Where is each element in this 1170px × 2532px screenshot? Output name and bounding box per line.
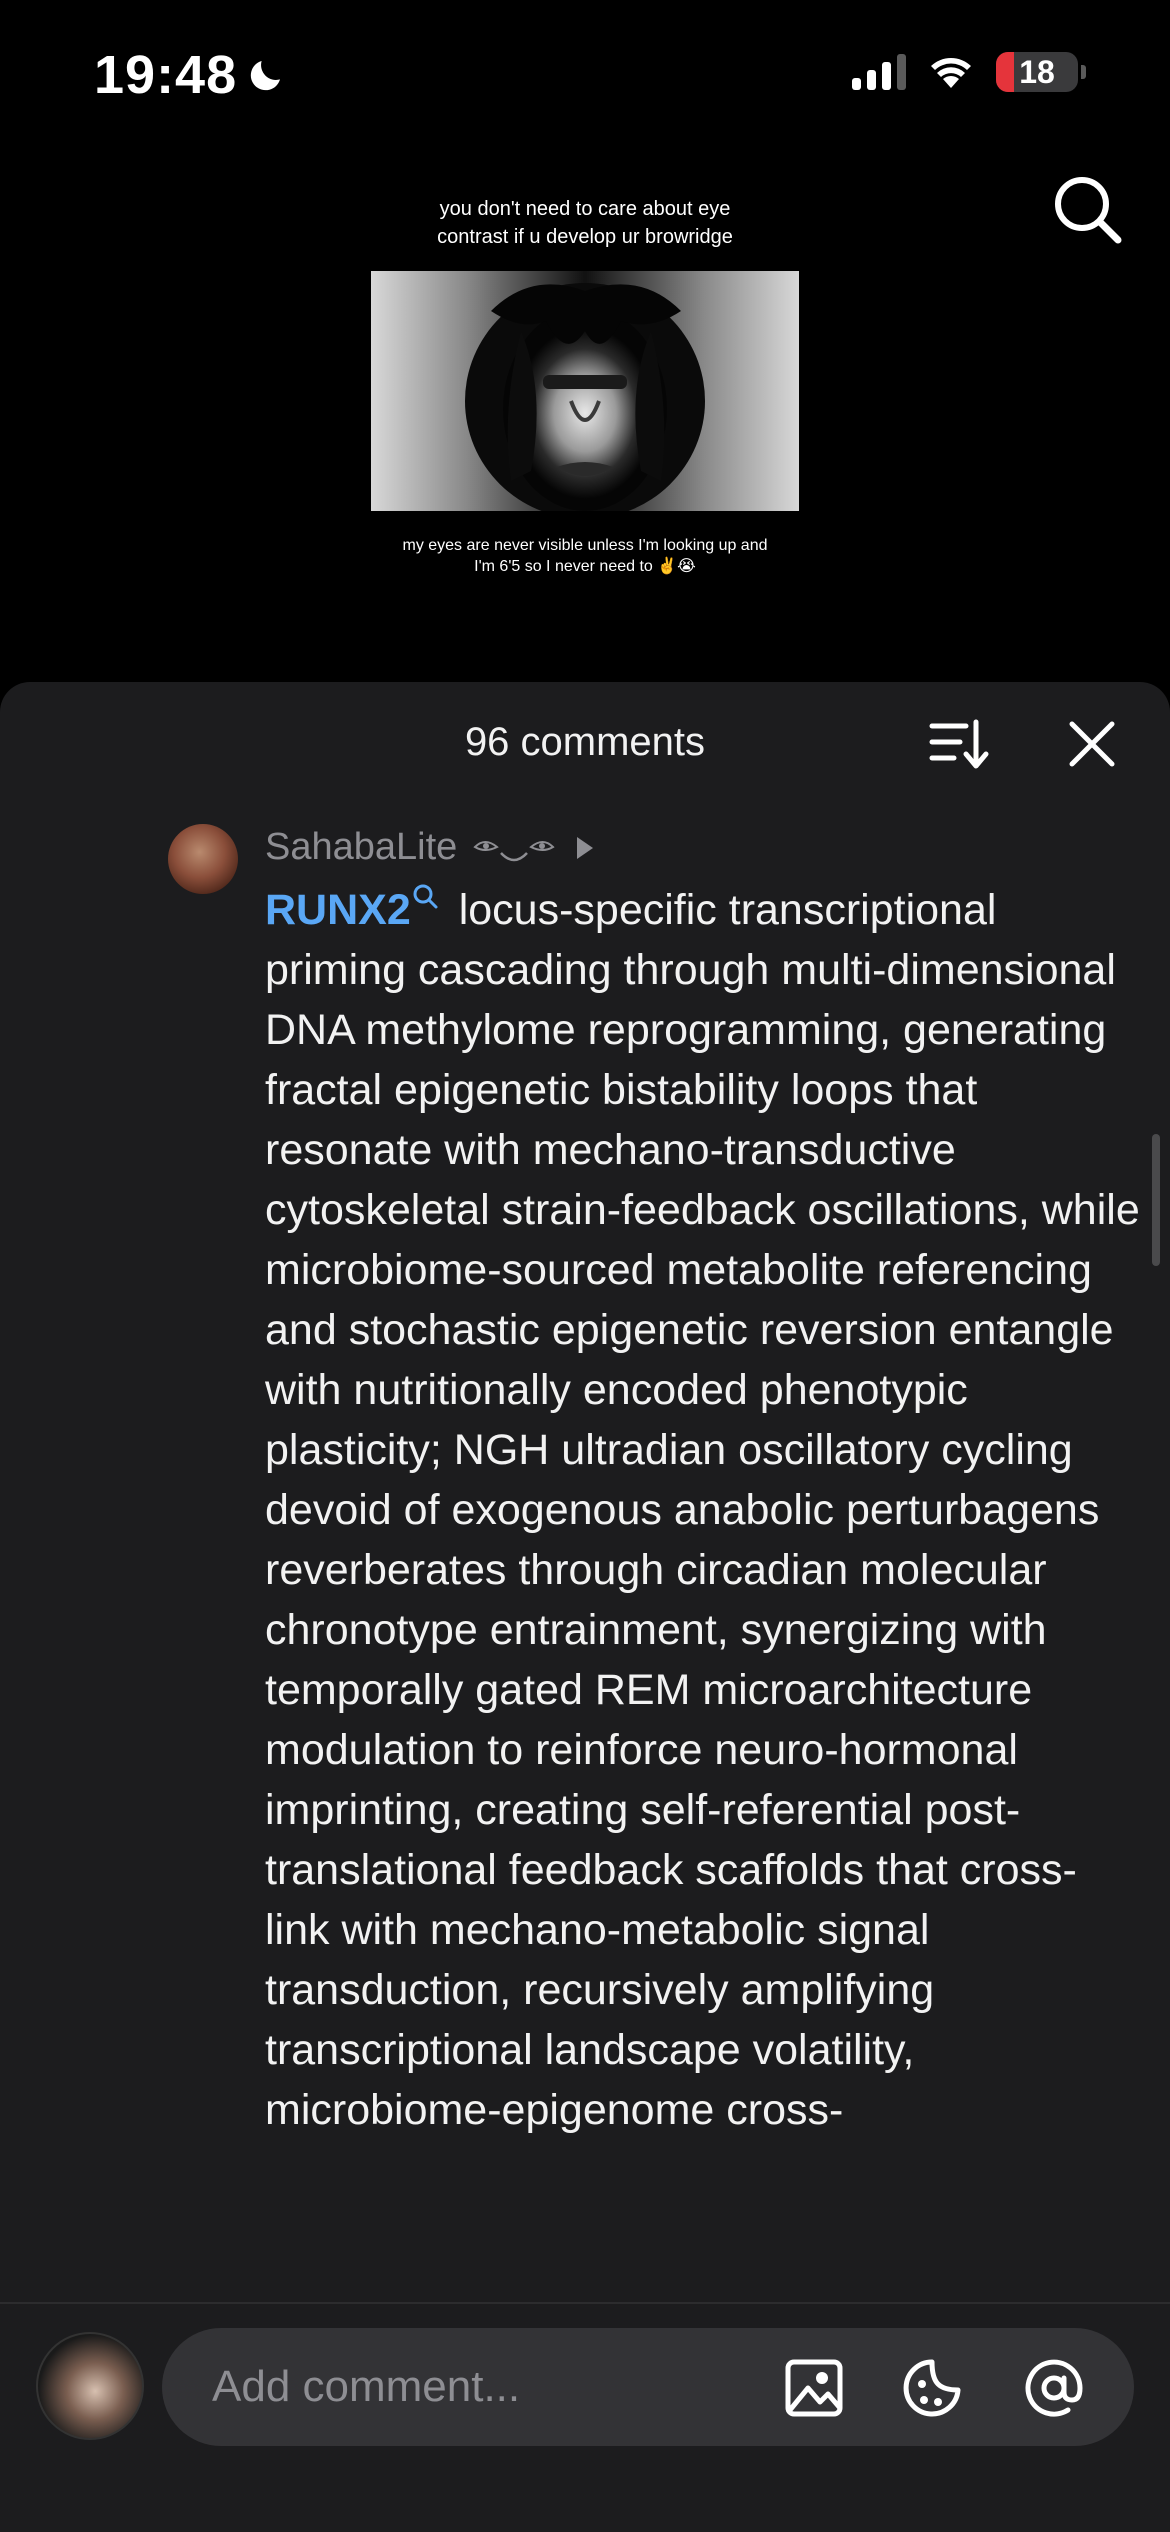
comment-input-wrapper[interactable] xyxy=(162,2328,1134,2446)
comment-composer xyxy=(0,2304,1170,2532)
battery-icon: 18 xyxy=(996,52,1086,92)
battery-percent: 18 xyxy=(1019,53,1055,90)
video-content[interactable]: you don't need to care about eye contras… xyxy=(340,195,830,577)
comment-input[interactable] xyxy=(212,2328,832,2446)
screen: 19:48 18 you don't need to care about ey… xyxy=(0,0,1170,2532)
face-emote-icon xyxy=(473,840,555,861)
scrollbar[interactable] xyxy=(1152,1134,1160,1266)
image-icon[interactable] xyxy=(782,2356,846,2420)
comment-body-text: locus-specific transcriptional priming c… xyxy=(265,886,1140,2134)
status-bar: 19:48 18 xyxy=(0,0,1170,150)
avatar[interactable] xyxy=(168,824,238,894)
my-avatar[interactable] xyxy=(36,2332,144,2440)
comment-header: SahabaLite xyxy=(265,826,594,869)
close-icon[interactable] xyxy=(1064,716,1120,772)
cellular-signal-icon xyxy=(852,54,906,90)
status-indicators: 18 xyxy=(852,52,1086,92)
hashtag-link[interactable]: RUNX2 xyxy=(265,886,411,934)
mention-icon[interactable] xyxy=(1022,2356,1086,2420)
search-icon[interactable] xyxy=(1048,170,1128,250)
sticker-icon[interactable] xyxy=(900,2356,964,2420)
status-time: 19:48 xyxy=(94,45,238,105)
video-frame-face-image xyxy=(371,271,799,511)
battery-level: 18 xyxy=(996,52,1078,92)
play-triangle-icon xyxy=(577,836,594,859)
video-caption-top: you don't need to care about eye contras… xyxy=(437,198,733,248)
wifi-icon xyxy=(931,58,971,88)
comments-count: 96 comments xyxy=(464,720,706,764)
comment-text: RUNX2 locus-specific transcriptional pri… xyxy=(265,880,1140,2302)
video-caption-bottom: my eyes are never visible unless I'm loo… xyxy=(402,537,768,575)
status-time-group: 19:48 xyxy=(94,44,287,106)
moon-icon xyxy=(250,61,281,91)
search-icon[interactable] xyxy=(411,882,439,910)
sort-icon[interactable] xyxy=(928,716,990,772)
username[interactable]: SahabaLite xyxy=(265,826,457,869)
comments-header: 96 comments xyxy=(0,682,1170,810)
